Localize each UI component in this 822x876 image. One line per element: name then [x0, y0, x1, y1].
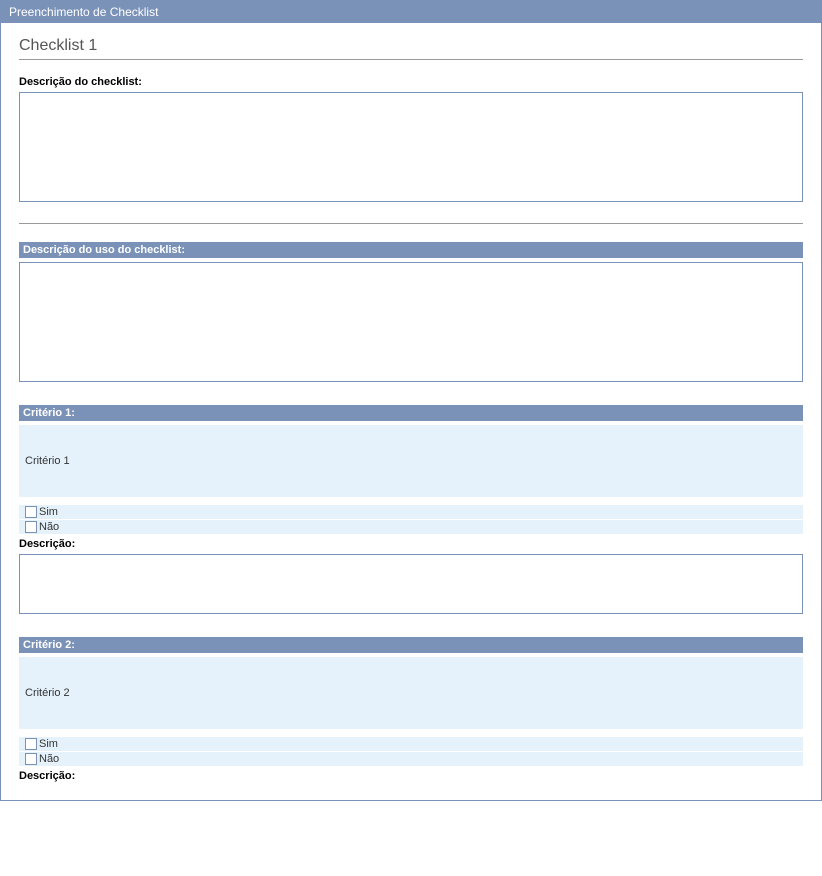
usage-textarea[interactable]: [19, 262, 803, 382]
description-label: Descrição do checklist:: [19, 76, 803, 88]
criterion-2-no-label: Não: [39, 753, 59, 765]
criterion-2-desc-label: Descrição:: [19, 770, 803, 782]
criterion-1-no-row: Não: [19, 520, 803, 534]
criterion-1-desc-textarea[interactable]: [19, 554, 803, 614]
page-title: Checklist 1: [19, 37, 803, 60]
criterion-2-no-row: Não: [19, 752, 803, 766]
criterion-2-yes-label: Sim: [39, 738, 58, 750]
criterion-1-yes-checkbox[interactable]: [25, 506, 37, 518]
criterion-2-text: Critério 2: [19, 657, 803, 729]
criterion-2-no-checkbox[interactable]: [25, 753, 37, 765]
criterion-1-header: Critério 1:: [19, 405, 803, 421]
criterion-1-text: Critério 1: [19, 425, 803, 497]
divider: [19, 223, 803, 224]
description-textarea[interactable]: [19, 92, 803, 202]
checklist-window: Preenchimento de Checklist Checklist 1 D…: [0, 0, 822, 801]
criterion-1-desc-label: Descrição:: [19, 538, 803, 550]
window-content: Checklist 1 Descrição do checklist: Desc…: [1, 23, 821, 800]
criterion-1-no-label: Não: [39, 521, 59, 533]
criterion-2-yes-checkbox[interactable]: [25, 738, 37, 750]
criterion-1-yes-label: Sim: [39, 506, 58, 518]
criterion-1-no-checkbox[interactable]: [25, 521, 37, 533]
criterion-2-yes-row: Sim: [19, 737, 803, 751]
criterion-1-yes-row: Sim: [19, 505, 803, 519]
window-title: Preenchimento de Checklist: [9, 5, 158, 19]
usage-section-header: Descrição do uso do checklist:: [19, 242, 803, 258]
window-titlebar: Preenchimento de Checklist: [1, 1, 821, 23]
criterion-2-header: Critério 2:: [19, 637, 803, 653]
